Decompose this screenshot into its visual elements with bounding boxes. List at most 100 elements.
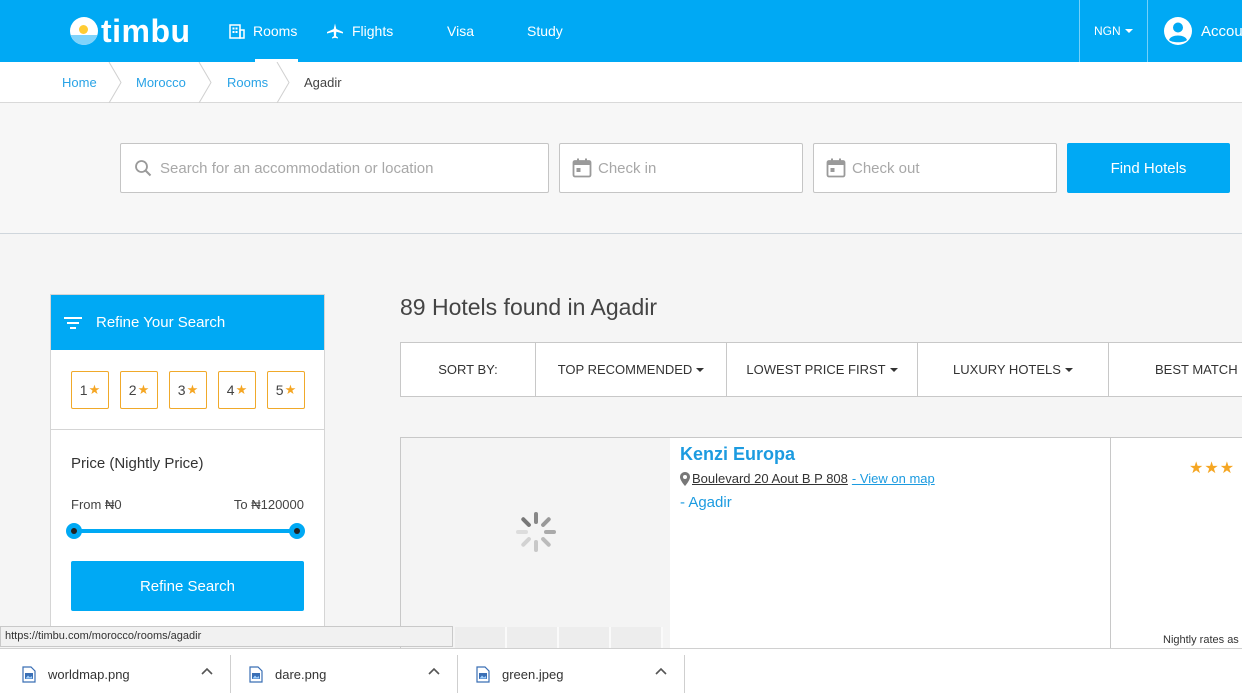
- hotel-star-rating: ★★★: [1189, 458, 1235, 478]
- sort-option-label: LUXURY HOTELS: [953, 362, 1061, 377]
- star-filter-label: 5: [275, 381, 284, 398]
- price-slider-min-handle[interactable]: [66, 523, 82, 539]
- nightly-rates-note: Nightly rates as: [1163, 634, 1239, 646]
- results-count-heading: 89 Hotels found in Agadir: [400, 294, 658, 320]
- currency-selector[interactable]: NGN: [1094, 0, 1133, 62]
- breadcrumb-chevron-icon: [108, 62, 122, 103]
- breadcrumb-agadir: Agadir: [304, 75, 342, 90]
- breadcrumb-rooms[interactable]: Rooms: [227, 62, 268, 103]
- status-bar-url: https://timbu.com/morocco/rooms/agadir: [0, 626, 453, 647]
- star-filter-3[interactable]: 3 ★: [169, 370, 207, 409]
- price-filter-title: Price (Nightly Price): [71, 455, 204, 472]
- hotel-city-link[interactable]: - Agadir: [680, 494, 732, 511]
- user-avatar-icon: [1163, 16, 1193, 46]
- caret-down-icon: [889, 367, 898, 372]
- download-filename: green.jpeg: [502, 666, 564, 682]
- sort-option-label: BEST MATCH: [1155, 362, 1238, 377]
- star-filter-5[interactable]: 5 ★: [267, 370, 305, 409]
- currency-label: NGN: [1094, 24, 1121, 38]
- loading-spinner-icon: [516, 512, 556, 552]
- sort-best-match[interactable]: BEST MATCH: [1109, 343, 1242, 396]
- caret-down-icon: [696, 367, 705, 372]
- location-search-input[interactable]: [160, 159, 540, 177]
- refine-search-button[interactable]: Refine Search: [71, 561, 304, 611]
- star-icon: ★: [1189, 460, 1205, 477]
- account-label: Account: [1201, 22, 1242, 40]
- checkout-field[interactable]: [813, 143, 1057, 193]
- location-search-field[interactable]: [120, 143, 549, 193]
- star-filter-label: 4: [226, 381, 235, 398]
- nav-study[interactable]: Study: [527, 0, 563, 62]
- price-from-label: From ₦0: [71, 497, 122, 512]
- breadcrumb-chevron-icon: [276, 62, 290, 103]
- find-hotels-button[interactable]: Find Hotels: [1067, 143, 1230, 193]
- download-item[interactable]: green.jpeg: [476, 649, 563, 698]
- account-menu[interactable]: Account: [1163, 0, 1242, 62]
- star-filter-label: 1: [79, 381, 88, 398]
- price-slider-max-handle[interactable]: [289, 523, 305, 539]
- sort-bar: SORT BY: TOP RECOMMENDED LOWEST PRICE FI…: [400, 342, 1242, 397]
- star-icon: ★: [235, 381, 248, 397]
- calendar-icon: [826, 158, 846, 178]
- refine-search-header: Refine Your Search: [51, 295, 324, 350]
- nav-visa[interactable]: Visa: [447, 0, 474, 62]
- building-icon: [229, 23, 245, 39]
- airplane-icon: [326, 23, 344, 39]
- hotel-image-area[interactable]: [401, 438, 670, 651]
- sort-luxury-hotels[interactable]: LUXURY HOTELS: [918, 343, 1109, 396]
- checkout-input[interactable]: [852, 159, 1052, 177]
- nav-flights-label: Flights: [352, 23, 394, 39]
- star-icon: ★: [137, 381, 150, 397]
- calendar-icon: [572, 158, 592, 178]
- search-icon: [134, 159, 152, 177]
- breadcrumb-home[interactable]: Home: [62, 62, 97, 103]
- timbu-logo[interactable]: timbu: [70, 14, 191, 48]
- logo-text: timbu: [101, 13, 191, 49]
- header-divider: [1079, 0, 1080, 62]
- downloads-bar: worldmap.png dare.png green.jpeg: [0, 648, 1242, 698]
- hotel-card[interactable]: Kenzi Europa Boulevard 20 Aout B P 808 -…: [400, 437, 1242, 652]
- refine-search-panel: Refine Your Search 1 ★ 2 ★ 3 ★ 4 ★ 5 ★ Price …: [50, 294, 325, 634]
- nav-flights[interactable]: Flights: [326, 0, 393, 62]
- star-icon: ★: [88, 381, 101, 397]
- download-filename: dare.png: [275, 666, 327, 682]
- caret-down-icon: [1124, 29, 1133, 33]
- logo-sun-icon: [70, 17, 98, 45]
- download-filename: worldmap.png: [48, 666, 130, 682]
- price-range-slider[interactable]: [73, 529, 298, 533]
- breadcrumb: Home Morocco Rooms Agadir: [0, 62, 1242, 103]
- caret-down-icon: [1064, 367, 1073, 372]
- download-item[interactable]: worldmap.png: [22, 649, 130, 698]
- nav-rooms-label: Rooms: [253, 23, 298, 39]
- checkin-field[interactable]: [559, 143, 803, 193]
- sort-lowest-price[interactable]: LOWEST PRICE FIRST: [727, 343, 918, 396]
- price-to-label: To ₦120000: [233, 497, 304, 512]
- search-band: Find Hotels: [0, 103, 1242, 234]
- chevron-up-icon[interactable]: [201, 667, 213, 675]
- nav-rooms[interactable]: Rooms: [229, 0, 297, 62]
- refine-search-title: Refine Your Search: [96, 314, 226, 331]
- sort-top-recommended[interactable]: TOP RECOMMENDED: [536, 343, 727, 396]
- star-rating-filter: 1 ★ 2 ★ 3 ★ 4 ★ 5 ★: [51, 350, 324, 430]
- download-separator: [684, 655, 685, 693]
- breadcrumb-morocco[interactable]: Morocco: [136, 62, 186, 103]
- star-icon: ★: [1219, 460, 1236, 477]
- card-divider: [1110, 438, 1111, 651]
- download-separator: [457, 655, 458, 693]
- download-item[interactable]: dare.png: [249, 649, 326, 698]
- view-on-map-link[interactable]: - View on map: [852, 471, 935, 486]
- star-icon: ★: [1204, 460, 1220, 477]
- star-icon: ★: [186, 381, 199, 397]
- download-separator: [230, 655, 231, 693]
- star-filter-2[interactable]: 2 ★: [120, 370, 158, 409]
- star-filter-1[interactable]: 1 ★: [71, 370, 109, 409]
- star-filter-4[interactable]: 4 ★: [218, 370, 256, 409]
- star-filter-label: 3: [177, 381, 186, 398]
- image-file-icon: [249, 665, 263, 683]
- hotel-name-link[interactable]: Kenzi Europa: [680, 444, 795, 465]
- chevron-up-icon[interactable]: [655, 667, 667, 675]
- image-file-icon: [476, 665, 490, 683]
- checkin-input[interactable]: [598, 159, 798, 177]
- chevron-up-icon[interactable]: [428, 667, 440, 675]
- header-divider: [1147, 0, 1148, 62]
